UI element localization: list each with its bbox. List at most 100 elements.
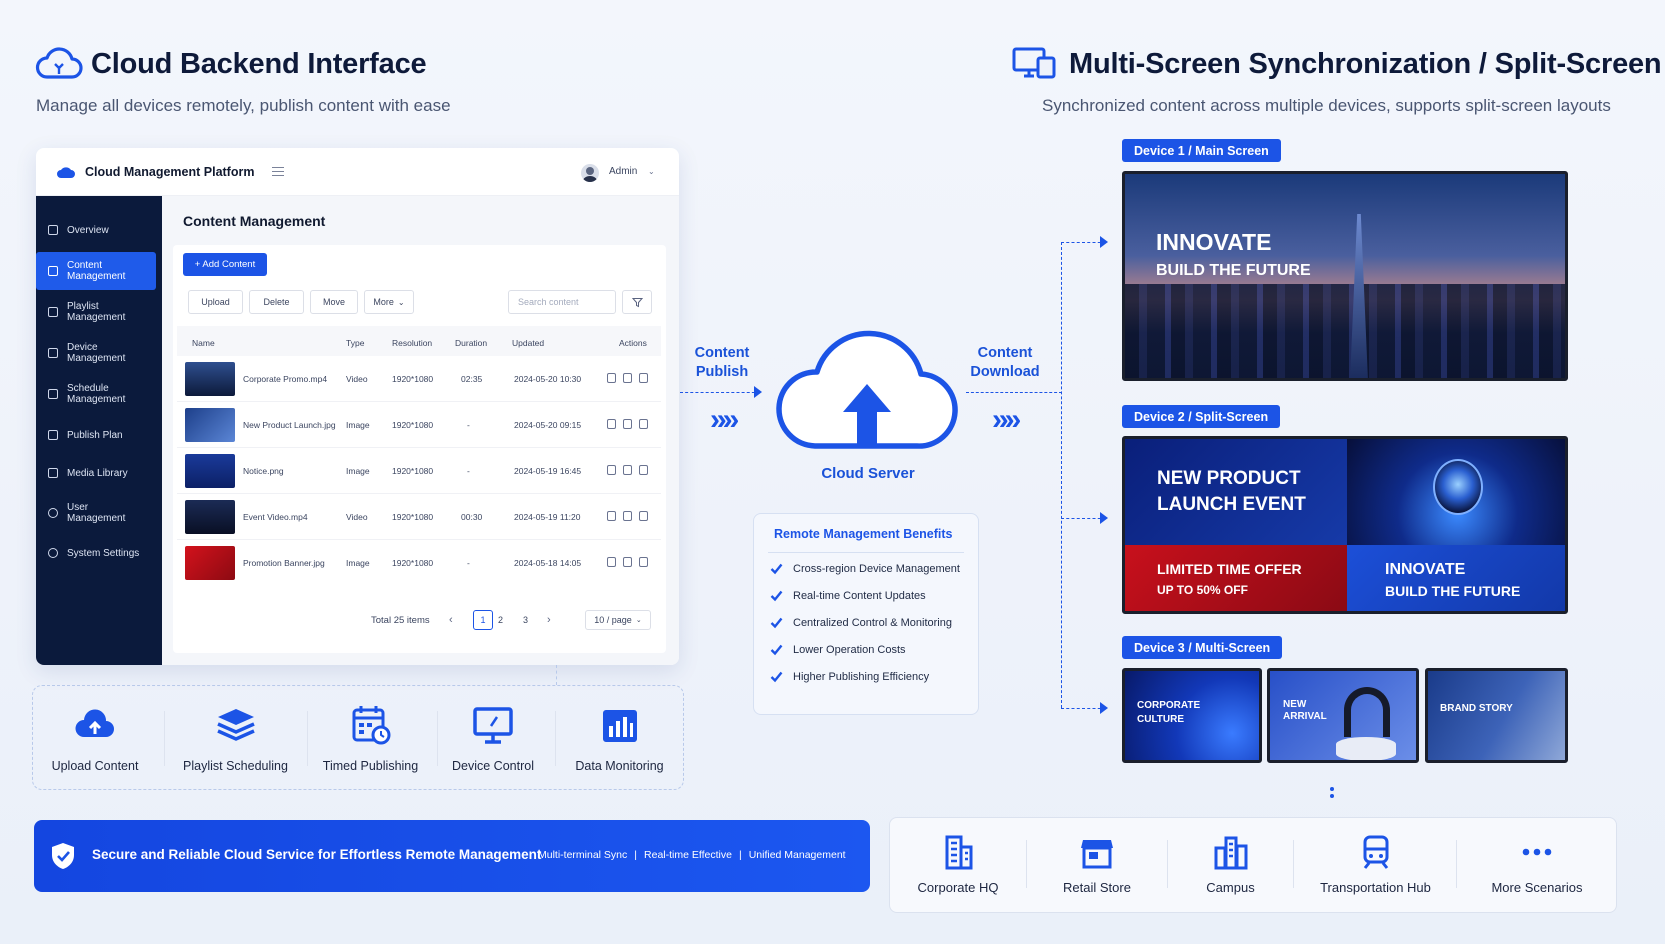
add-content-button[interactable]: + Add Content bbox=[183, 253, 267, 276]
chevron-down-icon[interactable]: ⌄ bbox=[648, 167, 655, 176]
pagination-page-3[interactable]: 3 bbox=[523, 615, 528, 625]
office-building-icon bbox=[945, 835, 973, 870]
device1-screen[interactable]: INNOVATE BUILD THE FUTURE bbox=[1122, 171, 1568, 381]
pagination-total: Total 25 items bbox=[371, 615, 430, 626]
edit-icon[interactable] bbox=[607, 511, 616, 521]
device3-screen-1[interactable]: CORPORATE CULTURE bbox=[1122, 668, 1262, 763]
row-resolution: 1920*1080 bbox=[392, 466, 434, 476]
feature-device-control[interactable]: Device Control bbox=[438, 686, 548, 791]
more-dropdown[interactable]: More ⌄ bbox=[364, 290, 414, 314]
grid-icon bbox=[48, 307, 58, 317]
column-header-updated: Updated bbox=[512, 338, 545, 348]
skyline-graphic bbox=[1125, 284, 1565, 378]
scenario-corporate-hq[interactable]: Corporate HQ bbox=[890, 818, 1026, 914]
sidebar-item-overview[interactable]: Overview bbox=[36, 211, 162, 249]
banner-separator: | bbox=[738, 849, 742, 861]
copy-icon[interactable] bbox=[623, 419, 632, 429]
edit-icon[interactable] bbox=[607, 373, 616, 383]
device1-line2: BUILD THE FUTURE bbox=[1156, 262, 1311, 279]
edit-icon bbox=[48, 266, 58, 276]
row-name: New Product Launch.jpg bbox=[243, 420, 336, 430]
sidebar-item-label: Schedule Management bbox=[67, 383, 126, 405]
benefit-item: Centralized Control & Monitoring bbox=[770, 616, 952, 629]
row-updated: 2024-05-19 11:20 bbox=[514, 512, 581, 522]
split-panel-2: LIMITED TIME OFFER UP TO 50% OFF bbox=[1125, 545, 1347, 611]
row-name: Notice.png bbox=[243, 466, 284, 476]
search-input[interactable]: Search content bbox=[508, 290, 616, 314]
device2-screen[interactable]: NEW PRODUCT LAUNCH EVENT LIMITED TIME OF… bbox=[1122, 436, 1568, 614]
banner-tag: Real-time Effective bbox=[644, 849, 732, 861]
scenario-more[interactable]: More Scenarios bbox=[1457, 818, 1617, 914]
sidebar-item-user-management[interactable]: User Management bbox=[36, 494, 162, 532]
edit-icon[interactable] bbox=[607, 419, 616, 429]
section-title: Content Management bbox=[183, 213, 326, 229]
scenario-transportation-hub[interactable]: Transportation Hub bbox=[1294, 818, 1457, 914]
avatar[interactable] bbox=[581, 164, 599, 182]
sidebar-item-schedule-management[interactable]: Schedule Management bbox=[36, 375, 162, 413]
copy-icon[interactable] bbox=[623, 511, 632, 521]
filter-button[interactable] bbox=[622, 290, 652, 314]
device1-line1: INNOVATE bbox=[1156, 229, 1272, 255]
layers-icon bbox=[216, 709, 255, 741]
hamburger-menu-icon[interactable] bbox=[272, 167, 284, 176]
left-header-title: Cloud Backend Interface bbox=[91, 48, 427, 80]
benefits-title: Remote Management Benefits bbox=[774, 527, 953, 541]
feature-data-monitoring[interactable]: Data Monitoring bbox=[556, 686, 683, 791]
sidebar-item-content-management[interactable]: Content Management bbox=[36, 252, 156, 290]
table-row[interactable]: Corporate Promo.mp4 Video 1920*1080 02:3… bbox=[177, 356, 661, 402]
delete-icon[interactable] bbox=[639, 373, 648, 383]
pagination-page-1[interactable]: 1 bbox=[473, 610, 493, 630]
sidebar-item-playlist-management[interactable]: Playlist Management bbox=[36, 293, 162, 331]
benefits-panel: Remote Management Benefits Cross-region … bbox=[753, 513, 979, 715]
arrowhead-icon bbox=[1100, 512, 1108, 524]
connector-line bbox=[556, 665, 557, 685]
device2-panel2-text: LIMITED TIME OFFER bbox=[1157, 561, 1302, 577]
per-page-value: 10 / page bbox=[594, 615, 632, 625]
device3-screen-3[interactable]: BRAND STORY bbox=[1425, 668, 1568, 763]
service-banner: Secure and Reliable Cloud Service for Ef… bbox=[34, 820, 870, 892]
image-icon bbox=[48, 468, 58, 478]
column-header-actions: Actions bbox=[619, 338, 647, 348]
scenario-label: Campus bbox=[1206, 880, 1255, 895]
row-type: Image bbox=[346, 466, 370, 476]
device3-screen-2[interactable]: NEW ARRIVAL bbox=[1267, 668, 1419, 763]
scenarios-panel: Corporate HQ Retail Store Campus Transpo… bbox=[889, 817, 1617, 913]
copy-icon[interactable] bbox=[623, 557, 632, 567]
delete-icon[interactable] bbox=[639, 557, 648, 567]
upload-button[interactable]: Upload bbox=[188, 290, 243, 314]
table-row[interactable]: New Product Launch.jpg Image 1920*1080 -… bbox=[177, 402, 661, 448]
delete-button[interactable]: Delete bbox=[249, 290, 304, 314]
per-page-select[interactable]: 10 / page ⌄ bbox=[585, 610, 651, 630]
sidebar-item-media-library[interactable]: Media Library bbox=[36, 454, 162, 492]
benefit-item: Lower Operation Costs bbox=[770, 643, 906, 656]
feature-timed-publishing[interactable]: Timed Publishing bbox=[308, 686, 433, 791]
table-row[interactable]: Notice.png Image 1920*1080 - 2024-05-19 … bbox=[177, 448, 661, 494]
grid-icon bbox=[48, 389, 58, 399]
feature-playlist-scheduling[interactable]: Playlist Scheduling bbox=[168, 686, 303, 791]
user-name[interactable]: Admin bbox=[609, 166, 637, 177]
pagination-prev-button[interactable]: ‹ bbox=[449, 614, 453, 626]
pagination-page-2[interactable]: 2 bbox=[498, 615, 503, 625]
copy-icon[interactable] bbox=[623, 373, 632, 383]
scenario-retail-store[interactable]: Retail Store bbox=[1027, 818, 1167, 914]
benefits-divider bbox=[768, 552, 964, 553]
scenario-campus[interactable]: Campus bbox=[1168, 818, 1293, 914]
table-row[interactable]: Promotion Banner.jpg Image 1920*1080 - 2… bbox=[177, 540, 661, 586]
device2-tag: Device 2 / Split-Screen bbox=[1122, 405, 1281, 428]
delete-icon[interactable] bbox=[639, 465, 648, 475]
delete-icon[interactable] bbox=[639, 419, 648, 429]
sidebar-item-label: System Settings bbox=[67, 547, 140, 559]
pagination-next-button[interactable]: › bbox=[547, 614, 551, 626]
sidebar-item-device-management[interactable]: Device Management bbox=[36, 334, 162, 372]
move-button[interactable]: Move bbox=[310, 290, 358, 314]
edit-icon[interactable] bbox=[607, 465, 616, 475]
copy-icon[interactable] bbox=[623, 465, 632, 475]
edit-icon[interactable] bbox=[607, 557, 616, 567]
row-duration: 02:35 bbox=[461, 374, 483, 384]
delete-icon[interactable] bbox=[639, 511, 648, 521]
sidebar-item-label: Device Management bbox=[67, 342, 126, 364]
table-row[interactable]: Event Video.mp4 Video 1920*1080 00:30 20… bbox=[177, 494, 661, 540]
sidebar-item-publish-plan[interactable]: Publish Plan bbox=[36, 416, 162, 454]
feature-upload-content[interactable]: Upload Content bbox=[33, 686, 157, 791]
sidebar-item-system-settings[interactable]: System Settings bbox=[36, 534, 162, 572]
